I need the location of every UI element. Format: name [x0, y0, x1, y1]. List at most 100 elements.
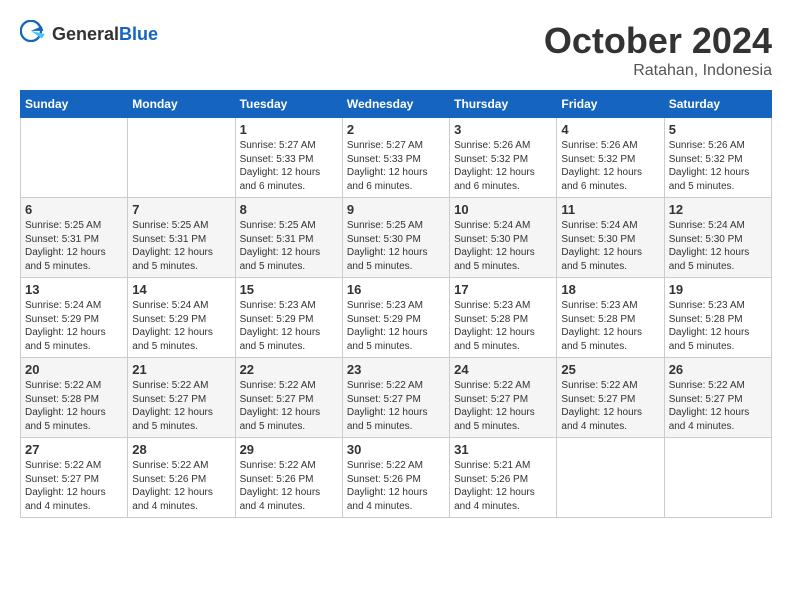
- week-row-2: 6 Sunrise: 5:25 AM Sunset: 5:31 PM Daylig…: [21, 198, 772, 278]
- calendar-cell: 24 Sunrise: 5:22 AM Sunset: 5:27 PM Dayli…: [450, 358, 557, 438]
- day-detail: Sunrise: 5:26 AM Sunset: 5:32 PM Dayligh…: [669, 139, 767, 193]
- calendar-cell: 28Sunrise: 5:22 AM Sunset: 5:26 PM Dayli…: [128, 438, 235, 518]
- calendar-cell: 23 Sunrise: 5:22 AM Sunset: 5:27 PM Dayli…: [342, 358, 449, 438]
- column-header-wednesday: Wednesday: [342, 91, 449, 118]
- column-header-monday: Monday: [128, 91, 235, 118]
- day-detail: Sunrise: 5:22 AM Sunset: 5:27 PM Dayligh…: [454, 379, 552, 433]
- day-detail: Sunrise: 5:22 AM Sunset: 5:26 PM Dayligh…: [347, 459, 445, 513]
- day-number: 22: [240, 362, 338, 377]
- day-detail: Sunrise: 5:27 AM Sunset: 5:33 PM Dayligh…: [347, 139, 445, 193]
- day-number: 26: [669, 362, 767, 377]
- column-header-saturday: Saturday: [664, 91, 771, 118]
- day-number: 5: [669, 122, 767, 137]
- day-detail: Sunrise: 5:25 AM Sunset: 5:31 PM Dayligh…: [240, 219, 338, 273]
- calendar-cell: 2 Sunrise: 5:27 AM Sunset: 5:33 PM Daylig…: [342, 118, 449, 198]
- calendar-cell: 13Sunrise: 5:24 AM Sunset: 5:29 PM Dayli…: [21, 278, 128, 358]
- calendar-cell: [557, 438, 664, 518]
- day-number: 31: [454, 442, 552, 457]
- day-number: 30: [347, 442, 445, 457]
- day-number: 6: [25, 202, 123, 217]
- day-detail: Sunrise: 5:22 AM Sunset: 5:27 PM Dayligh…: [347, 379, 445, 433]
- day-detail: Sunrise: 5:24 AM Sunset: 5:29 PM Dayligh…: [132, 299, 230, 353]
- calendar-cell: 6 Sunrise: 5:25 AM Sunset: 5:31 PM Daylig…: [21, 198, 128, 278]
- day-detail: Sunrise: 5:25 AM Sunset: 5:31 PM Dayligh…: [132, 219, 230, 273]
- calendar-cell: 3Sunrise: 5:26 AM Sunset: 5:32 PM Daylig…: [450, 118, 557, 198]
- day-number: 4: [561, 122, 659, 137]
- day-number: 13: [25, 282, 123, 297]
- calendar-table: SundayMondayTuesdayWednesdayThursdayFrid…: [20, 90, 772, 518]
- day-detail: Sunrise: 5:22 AM Sunset: 5:27 PM Dayligh…: [240, 379, 338, 433]
- calendar-cell: 12 Sunrise: 5:24 AM Sunset: 5:30 PM Dayli…: [664, 198, 771, 278]
- calendar-cell: 15 Sunrise: 5:23 AM Sunset: 5:29 PM Dayli…: [235, 278, 342, 358]
- logo-icon: [20, 20, 48, 48]
- day-number: 9: [347, 202, 445, 217]
- calendar-cell: 20Sunrise: 5:22 AM Sunset: 5:28 PM Dayli…: [21, 358, 128, 438]
- calendar-header-row: SundayMondayTuesdayWednesdayThursdayFrid…: [21, 91, 772, 118]
- calendar-cell: 11Sunrise: 5:24 AM Sunset: 5:30 PM Dayli…: [557, 198, 664, 278]
- day-number: 21: [132, 362, 230, 377]
- day-detail: Sunrise: 5:24 AM Sunset: 5:30 PM Dayligh…: [454, 219, 552, 273]
- calendar-cell: 22 Sunrise: 5:22 AM Sunset: 5:27 PM Dayli…: [235, 358, 342, 438]
- logo-text: GeneralBlue: [52, 24, 158, 45]
- day-detail: Sunrise: 5:23 AM Sunset: 5:28 PM Dayligh…: [669, 299, 767, 353]
- day-number: 14: [132, 282, 230, 297]
- calendar-cell: 21Sunrise: 5:22 AM Sunset: 5:27 PM Dayli…: [128, 358, 235, 438]
- day-number: 12: [669, 202, 767, 217]
- column-header-tuesday: Tuesday: [235, 91, 342, 118]
- calendar-cell: 10Sunrise: 5:24 AM Sunset: 5:30 PM Dayli…: [450, 198, 557, 278]
- day-detail: Sunrise: 5:21 AM Sunset: 5:26 PM Dayligh…: [454, 459, 552, 513]
- day-detail: Sunrise: 5:23 AM Sunset: 5:29 PM Dayligh…: [347, 299, 445, 353]
- calendar-cell: 18 Sunrise: 5:23 AM Sunset: 5:28 PM Dayli…: [557, 278, 664, 358]
- day-detail: Sunrise: 5:22 AM Sunset: 5:27 PM Dayligh…: [25, 459, 123, 513]
- calendar-cell: 26Sunrise: 5:22 AM Sunset: 5:27 PM Dayli…: [664, 358, 771, 438]
- calendar-cell: 27 Sunrise: 5:22 AM Sunset: 5:27 PM Dayli…: [21, 438, 128, 518]
- day-number: 29: [240, 442, 338, 457]
- calendar-cell: [128, 118, 235, 198]
- location-title: Ratahan, Indonesia: [544, 62, 772, 80]
- column-header-friday: Friday: [557, 91, 664, 118]
- logo: GeneralBlue: [20, 20, 158, 48]
- day-detail: Sunrise: 5:25 AM Sunset: 5:31 PM Dayligh…: [25, 219, 123, 273]
- week-row-5: 27 Sunrise: 5:22 AM Sunset: 5:27 PM Dayli…: [21, 438, 772, 518]
- calendar-cell: 14 Sunrise: 5:24 AM Sunset: 5:29 PM Dayli…: [128, 278, 235, 358]
- day-number: 15: [240, 282, 338, 297]
- week-row-3: 13 Sunrise: 5:24 AM Sunset: 5:29 PM Dayli…: [21, 278, 772, 358]
- day-detail: Sunrise: 5:24 AM Sunset: 5:30 PM Dayligh…: [561, 219, 659, 273]
- calendar-cell: 19Sunrise: 5:23 AM Sunset: 5:28 PM Dayli…: [664, 278, 771, 358]
- month-title: October 2024: [544, 20, 772, 62]
- day-detail: Sunrise: 5:22 AM Sunset: 5:26 PM Dayligh…: [240, 459, 338, 513]
- day-number: 18: [561, 282, 659, 297]
- calendar-cell: 1 Sunrise: 5:27 AM Sunset: 5:33 PM Daylig…: [235, 118, 342, 198]
- day-detail: Sunrise: 5:22 AM Sunset: 5:27 PM Dayligh…: [561, 379, 659, 433]
- day-number: 3: [454, 122, 552, 137]
- calendar-cell: 25Sunrise: 5:22 AM Sunset: 5:27 PM Dayli…: [557, 358, 664, 438]
- day-number: 17: [454, 282, 552, 297]
- day-detail: Sunrise: 5:23 AM Sunset: 5:28 PM Dayligh…: [561, 299, 659, 353]
- week-row-4: 20Sunrise: 5:22 AM Sunset: 5:28 PM Dayli…: [21, 358, 772, 438]
- day-number: 8: [240, 202, 338, 217]
- day-detail: Sunrise: 5:23 AM Sunset: 5:29 PM Dayligh…: [240, 299, 338, 353]
- calendar-cell: 31 Sunrise: 5:21 AM Sunset: 5:26 PM Dayli…: [450, 438, 557, 518]
- title-block: October 2024 Ratahan, Indonesia: [544, 20, 772, 80]
- day-number: 2: [347, 122, 445, 137]
- logo-general: General: [52, 24, 119, 44]
- calendar-cell: 17Sunrise: 5:23 AM Sunset: 5:28 PM Dayli…: [450, 278, 557, 358]
- calendar-cell: 7 Sunrise: 5:25 AM Sunset: 5:31 PM Daylig…: [128, 198, 235, 278]
- calendar-cell: 4 Sunrise: 5:26 AM Sunset: 5:32 PM Daylig…: [557, 118, 664, 198]
- week-row-1: 1 Sunrise: 5:27 AM Sunset: 5:33 PM Daylig…: [21, 118, 772, 198]
- day-detail: Sunrise: 5:27 AM Sunset: 5:33 PM Dayligh…: [240, 139, 338, 193]
- day-detail: Sunrise: 5:26 AM Sunset: 5:32 PM Dayligh…: [561, 139, 659, 193]
- day-number: 24: [454, 362, 552, 377]
- day-number: 23: [347, 362, 445, 377]
- calendar-cell: 29 Sunrise: 5:22 AM Sunset: 5:26 PM Dayli…: [235, 438, 342, 518]
- day-number: 7: [132, 202, 230, 217]
- column-header-sunday: Sunday: [21, 91, 128, 118]
- day-number: 1: [240, 122, 338, 137]
- calendar-cell: 16Sunrise: 5:23 AM Sunset: 5:29 PM Dayli…: [342, 278, 449, 358]
- day-detail: Sunrise: 5:22 AM Sunset: 5:28 PM Dayligh…: [25, 379, 123, 433]
- day-detail: Sunrise: 5:24 AM Sunset: 5:30 PM Dayligh…: [669, 219, 767, 273]
- calendar-cell: 8 Sunrise: 5:25 AM Sunset: 5:31 PM Daylig…: [235, 198, 342, 278]
- day-number: 28: [132, 442, 230, 457]
- page-header: GeneralBlue October 2024 Ratahan, Indone…: [20, 20, 772, 80]
- day-number: 27: [25, 442, 123, 457]
